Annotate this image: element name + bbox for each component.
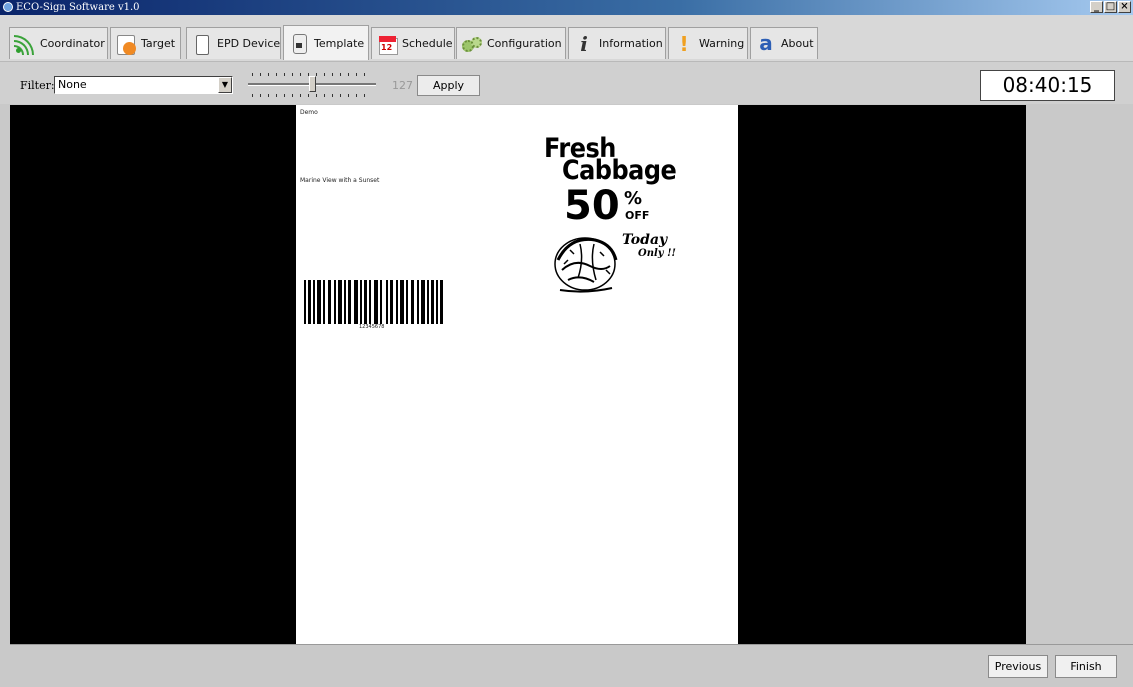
tab-template[interactable]: Template (283, 25, 369, 60)
tab-label: Target (141, 37, 176, 50)
filter-select[interactable]: None ▼ (54, 76, 233, 94)
cabbage-image (554, 237, 618, 293)
calendar-icon: 12 (376, 33, 398, 55)
gears-icon (461, 33, 483, 55)
tab-coordinator[interactable]: Coordinator (9, 27, 108, 59)
poster-discount: 50 (564, 183, 620, 229)
promo-poster: Fresh Cabbage 50 % OFF Today Only !! (534, 135, 694, 305)
about-icon: a (759, 30, 773, 55)
tab-warning[interactable]: ! Warning (668, 27, 748, 59)
maximize-button[interactable]: □ (1104, 1, 1117, 13)
tab-label: Configuration (487, 37, 562, 50)
tab-label: Information (599, 37, 663, 50)
warning-icon: ! (679, 31, 689, 56)
poster-line-cabbage: Cabbage (562, 154, 677, 186)
previous-button[interactable]: Previous (988, 655, 1048, 678)
chevron-down-icon[interactable]: ▼ (218, 77, 232, 93)
template-page[interactable]: Demo Marine View with a Sunset 12345678 … (296, 105, 738, 644)
tab-schedule[interactable]: 12 Schedule (371, 27, 455, 59)
apply-button[interactable]: Apply (417, 75, 480, 96)
footer-bar: Previous Finish (10, 644, 1133, 687)
slider-thumb[interactable] (309, 76, 316, 92)
demo-label: Demo (300, 109, 318, 116)
minimize-button[interactable]: _ (1090, 1, 1103, 13)
target-icon (115, 33, 137, 55)
poster-off: OFF (625, 209, 650, 222)
tab-bar: Coordinator Target EPD Device Template 1… (0, 15, 1133, 62)
slider-ticks (252, 94, 372, 97)
poster-today: Today (622, 232, 668, 248)
filter-value: None (58, 78, 87, 91)
title-bar: ECO-Sign Software v1.0 _ □ × (0, 0, 1133, 15)
poster-only: Only !! (638, 248, 676, 259)
toolbar: Filter: None ▼ 127 Apply 08:40:15 (0, 62, 1133, 104)
tab-epd-device[interactable]: EPD Device (186, 27, 281, 59)
tab-label: Coordinator (40, 37, 105, 50)
app-icon (3, 2, 13, 12)
barcode-number: 12345678 (359, 324, 385, 330)
marine-label: Marine View with a Sunset (300, 177, 380, 184)
signal-icon (14, 33, 36, 55)
template-icon (288, 32, 310, 54)
tab-label: EPD Device (217, 37, 281, 50)
threshold-slider[interactable] (248, 68, 376, 100)
tab-label: Schedule (402, 37, 453, 50)
poster-percent: % (624, 188, 643, 209)
tab-about[interactable]: a About (750, 27, 818, 59)
workspace-margin (1026, 105, 1133, 644)
tab-label: Template (314, 36, 365, 50)
clock-display: 08:40:15 (980, 70, 1115, 101)
device-icon (191, 33, 213, 55)
barcode (304, 280, 443, 324)
close-button[interactable]: × (1118, 1, 1131, 13)
filter-label: Filter: (20, 79, 55, 92)
tab-information[interactable]: i Information (568, 27, 666, 59)
slider-value: 127 (392, 79, 413, 92)
tab-label: About (781, 37, 814, 50)
window-title: ECO-Sign Software v1.0 (16, 2, 140, 13)
tab-target[interactable]: Target (110, 27, 181, 59)
tab-label: Warning (699, 37, 745, 50)
finish-button[interactable]: Finish (1055, 655, 1117, 678)
tab-configuration[interactable]: Configuration (456, 27, 566, 59)
info-icon: i (580, 31, 588, 56)
